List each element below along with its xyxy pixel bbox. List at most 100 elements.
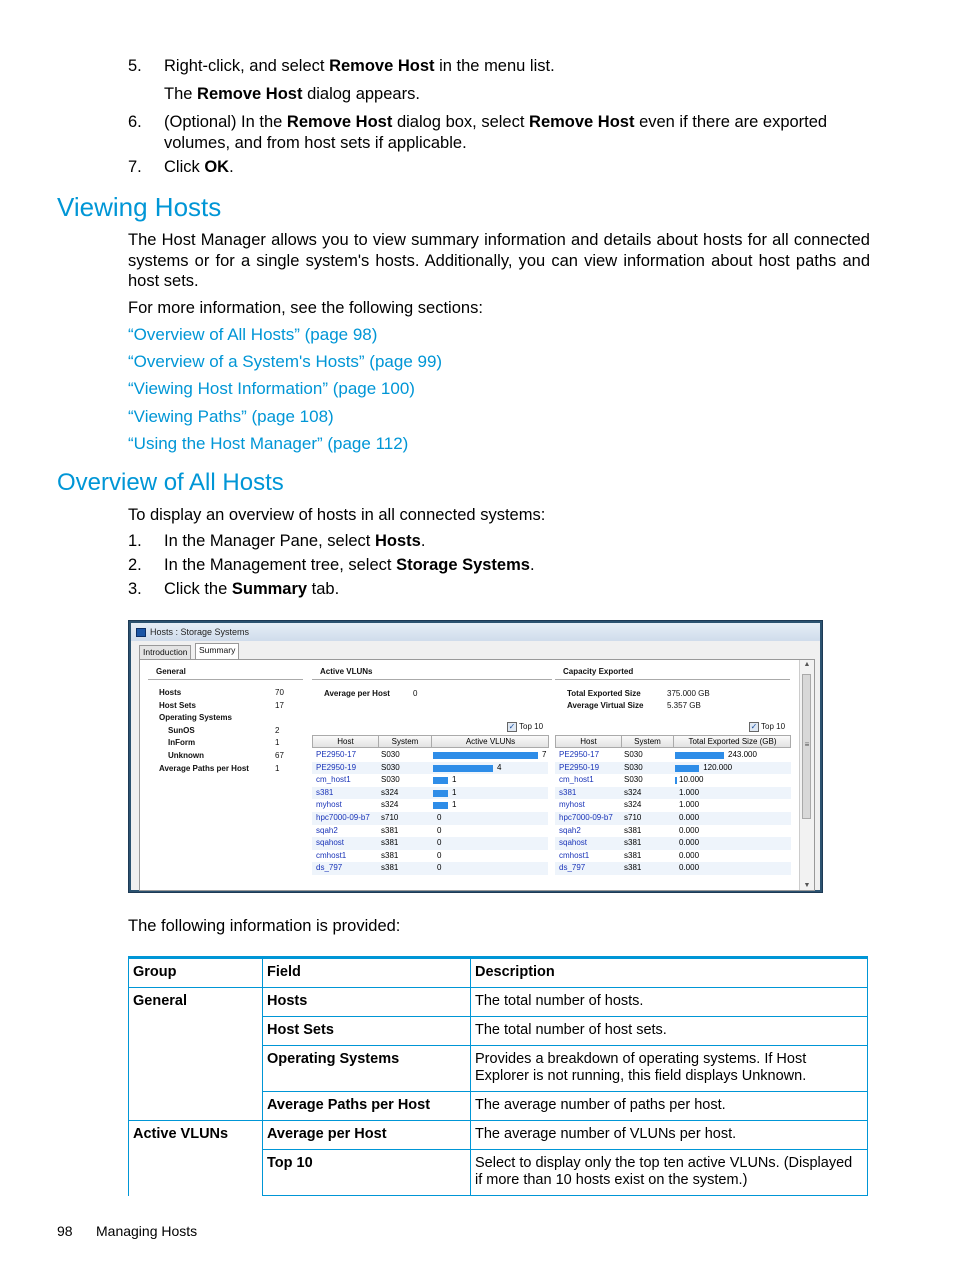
tab-summary[interactable]: Summary [195,643,240,659]
col-total-exported-size[interactable]: Total Exported Size (GB) [674,736,791,748]
grid-row[interactable]: ds_797 s381 0 [312,862,548,875]
vlun-top10-checkbox[interactable]: ✓ Top 10 [507,722,543,732]
value-bar [433,764,493,772]
viewing-hosts-intro: The Host Manager allows you to view summ… [128,231,870,290]
grid-row[interactable]: hpc7000-09-b7 s710 0.000 [555,812,791,825]
bold-term: Remove Host [197,85,303,103]
bold-term: Remove Host [329,57,435,75]
host-link[interactable]: sqahost [559,837,587,850]
grid-row[interactable]: PE2950-19 S030 4 [312,761,548,775]
host-link[interactable]: cm_host1 [316,774,351,787]
value-bar [675,752,724,759]
group-cell: General [128,987,263,1017]
general-value: 67 [275,751,284,760]
header-field: Field [262,957,471,988]
host-link[interactable]: PE2950-19 [559,762,599,775]
host-link[interactable]: ds_797 [559,862,585,875]
general-title: General [156,667,186,676]
host-link[interactable]: sqah2 [316,825,338,838]
value-label: 120.000 [703,762,733,772]
group-cell [128,1045,263,1092]
general-value: 70 [275,688,284,697]
col-host[interactable]: Host [556,736,622,748]
scroll-up-icon[interactable]: ▲ [800,661,814,668]
info-table-row: Host Sets The total number of host sets. [128,1016,868,1046]
tab-introduction[interactable]: Introduction [139,645,192,660]
link-viewing-paths[interactable]: “Viewing Paths” (page 108) [128,407,334,427]
value-label: 0.000 [679,863,700,873]
grid-row[interactable]: cm_host1 S030 10.000 [555,774,791,787]
value-label: 0.000 [679,850,700,860]
grid-row[interactable]: cm_host1 S030 1 [312,774,548,787]
col-host[interactable]: Host [313,736,379,748]
system-cell: s324 [624,787,642,797]
value-label: 1.000 [679,787,700,797]
scroll-down-icon[interactable]: ▼ [800,882,814,889]
general-label: Average Paths per Host [159,763,249,773]
field-cell: Hosts [262,987,471,1017]
system-cell: s381 [381,850,399,860]
group-cell [128,1091,263,1121]
host-link[interactable]: sqah2 [559,825,581,838]
bold-term: Remove Host [286,113,393,131]
general-value: 17 [275,700,284,710]
col-active-vluns[interactable]: Active VLUNs [432,736,549,748]
grid-row[interactable]: sqah2 s381 0.000 [555,825,791,838]
link-overview-system-hosts[interactable]: “Overview of a System's Hosts” (page 99) [128,352,442,372]
system-cell: S030 [624,775,643,785]
host-link[interactable]: PE2950-19 [316,762,356,775]
link-using-host-manager[interactable]: “Using the Host Manager” (page 112) [128,434,408,454]
grid-row[interactable]: PE2950-17 S030 243.000 [555,749,791,762]
avg-virtual-label: Average Virtual Size [567,701,644,710]
grid-row[interactable]: myhost s324 1.000 [555,799,791,812]
grid-row[interactable]: s381 s324 1 [312,786,548,800]
see-also-text: For more information, see the following … [128,299,483,317]
info-table-row: General Hosts The total number of hosts. [128,987,868,1017]
host-link[interactable]: cmhost1 [316,850,346,863]
window-title: Hosts : Storage Systems [150,627,250,637]
grid-row[interactable]: myhost s324 1 [312,799,548,812]
grid-row[interactable]: cmhost1 s381 0.000 [555,850,791,863]
host-link[interactable]: myhost [316,799,342,812]
grid-row[interactable]: PE2950-17 S030 7 [312,749,548,762]
description-cell: The average number of VLUNs per host. [470,1120,868,1150]
field-cell: Top 10 [262,1149,471,1196]
host-link[interactable]: ds_797 [316,862,342,875]
vlun-grid-header: Host System Active VLUNs [312,735,549,748]
host-link[interactable]: cm_host1 [559,774,594,787]
general-label: InForm [168,738,196,748]
grid-row[interactable]: ds_797 s381 0.000 [555,862,791,875]
value-label: 7 [542,750,547,759]
bold-term: OK [204,158,230,176]
description-cell: The total number of host sets. [470,1016,868,1046]
link-viewing-host-information[interactable]: “Viewing Host Information” (page 100) [128,379,415,399]
grid-row[interactable]: cmhost1 s381 0 [312,850,548,863]
avg-virtual-value: 5.357 GB [667,701,701,710]
system-cell: s381 [624,838,642,848]
window-body: Introduction Summary General Hosts 70 Host… [131,641,820,891]
grid-row[interactable]: sqah2 s381 0 [312,825,548,838]
grid-row[interactable]: sqahost s381 0 [312,837,548,850]
grid-row[interactable]: sqahost s381 0.000 [555,837,791,850]
system-cell: S030 [381,775,400,785]
grid-row[interactable]: hpc7000-09-b7 s710 0 [312,812,548,825]
host-link[interactable]: hpc7000-09-b7 [316,812,370,825]
col-system[interactable]: System [622,736,674,748]
host-link[interactable]: sqahost [316,837,344,850]
provided-text: The following information is provided: [128,917,401,935]
col-system[interactable]: System [379,736,432,748]
host-link[interactable]: s381 [316,787,333,800]
host-link[interactable]: s381 [559,787,576,800]
grid-row[interactable]: s381 s324 1.000 [555,786,791,800]
link-overview-all-hosts[interactable]: “Overview of All Hosts” (page 98) [128,325,377,345]
description-cell: The average number of paths per host. [470,1091,868,1121]
host-link[interactable]: myhost [559,799,585,812]
host-link[interactable]: cmhost1 [559,850,589,863]
field-cell: Average Paths per Host [262,1091,471,1121]
host-link[interactable]: hpc7000-09-b7 [559,812,613,825]
host-link[interactable]: PE2950-17 [316,749,356,762]
grid-row[interactable]: PE2950-19 S030 120.000 [555,761,791,775]
capacity-top10-checkbox[interactable]: ✓ Top 10 [749,722,785,732]
vertical-scrollbar[interactable]: ▲ ≡ ▼ [799,660,814,890]
host-link[interactable]: PE2950-17 [559,749,599,762]
